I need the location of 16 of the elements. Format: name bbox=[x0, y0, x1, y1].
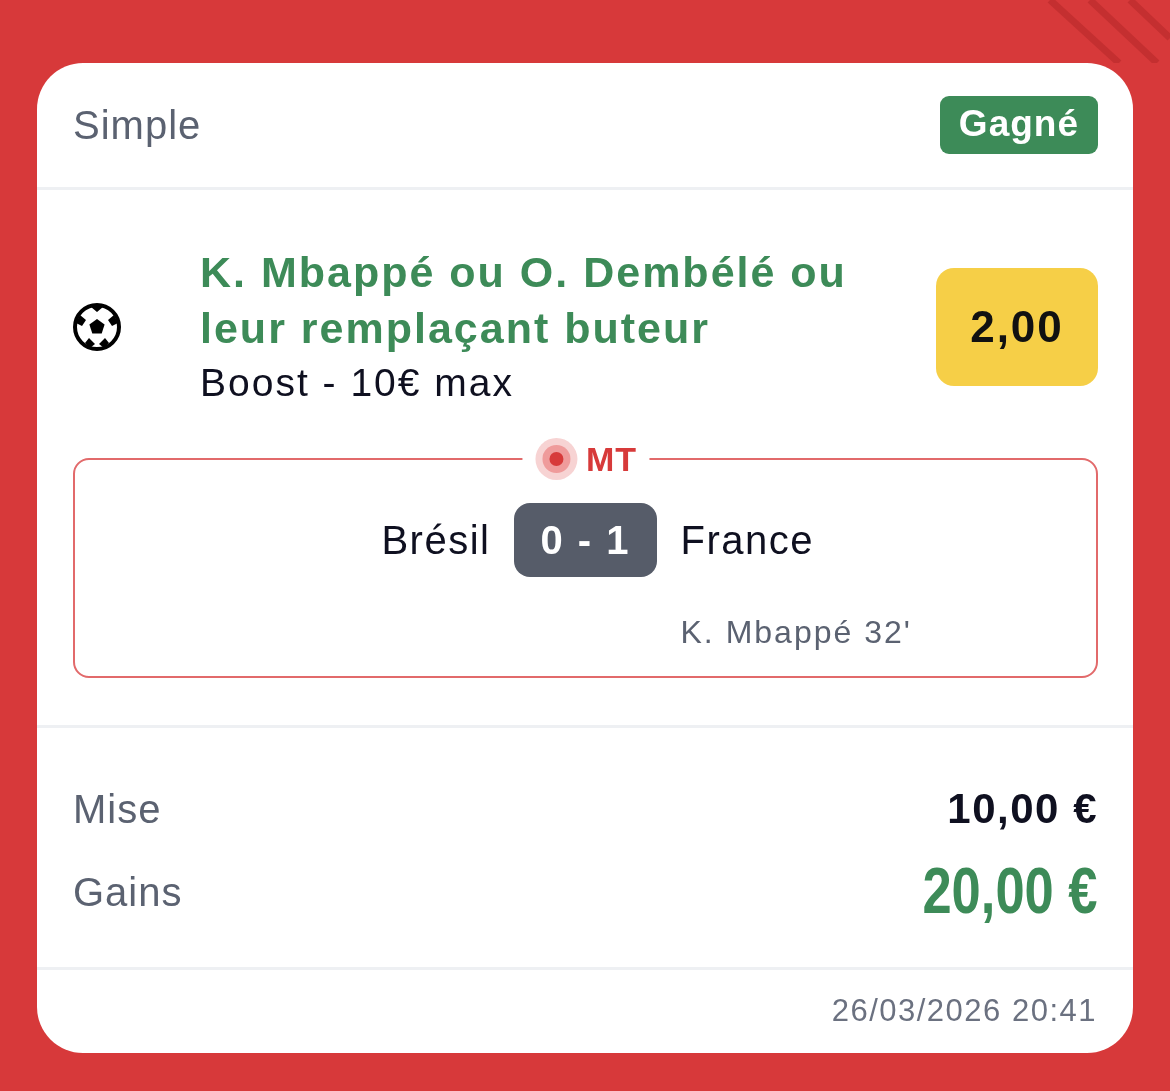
score-label: 0 - 1 bbox=[514, 503, 657, 577]
odds-button[interactable]: 2,00 bbox=[936, 268, 1098, 386]
match-period: MT bbox=[585, 438, 638, 480]
summary-label: Mise bbox=[73, 786, 162, 834]
bet-timestamp: 26/03/2026 20:41 bbox=[831, 992, 1097, 1031]
home-team: Brésil bbox=[380, 517, 491, 564]
stake-amount: 10,00 € bbox=[947, 784, 1098, 834]
goal-scorer: K. Mbappé 32' bbox=[680, 613, 913, 652]
bet-type-label: Simple bbox=[73, 102, 202, 149]
status-label: Gagné bbox=[939, 96, 1098, 154]
soccer-ball-icon bbox=[73, 303, 121, 351]
summary-label: Gains bbox=[73, 869, 183, 916]
away-team: France bbox=[680, 517, 815, 564]
selection-subtitle: Boost - 10€ max bbox=[200, 360, 515, 406]
winnings-amount: 20,00 € bbox=[922, 858, 1098, 926]
selection-title: K. Mbappé ou O. Dembélé ou leur remplaçant buteur bbox=[200, 247, 848, 354]
